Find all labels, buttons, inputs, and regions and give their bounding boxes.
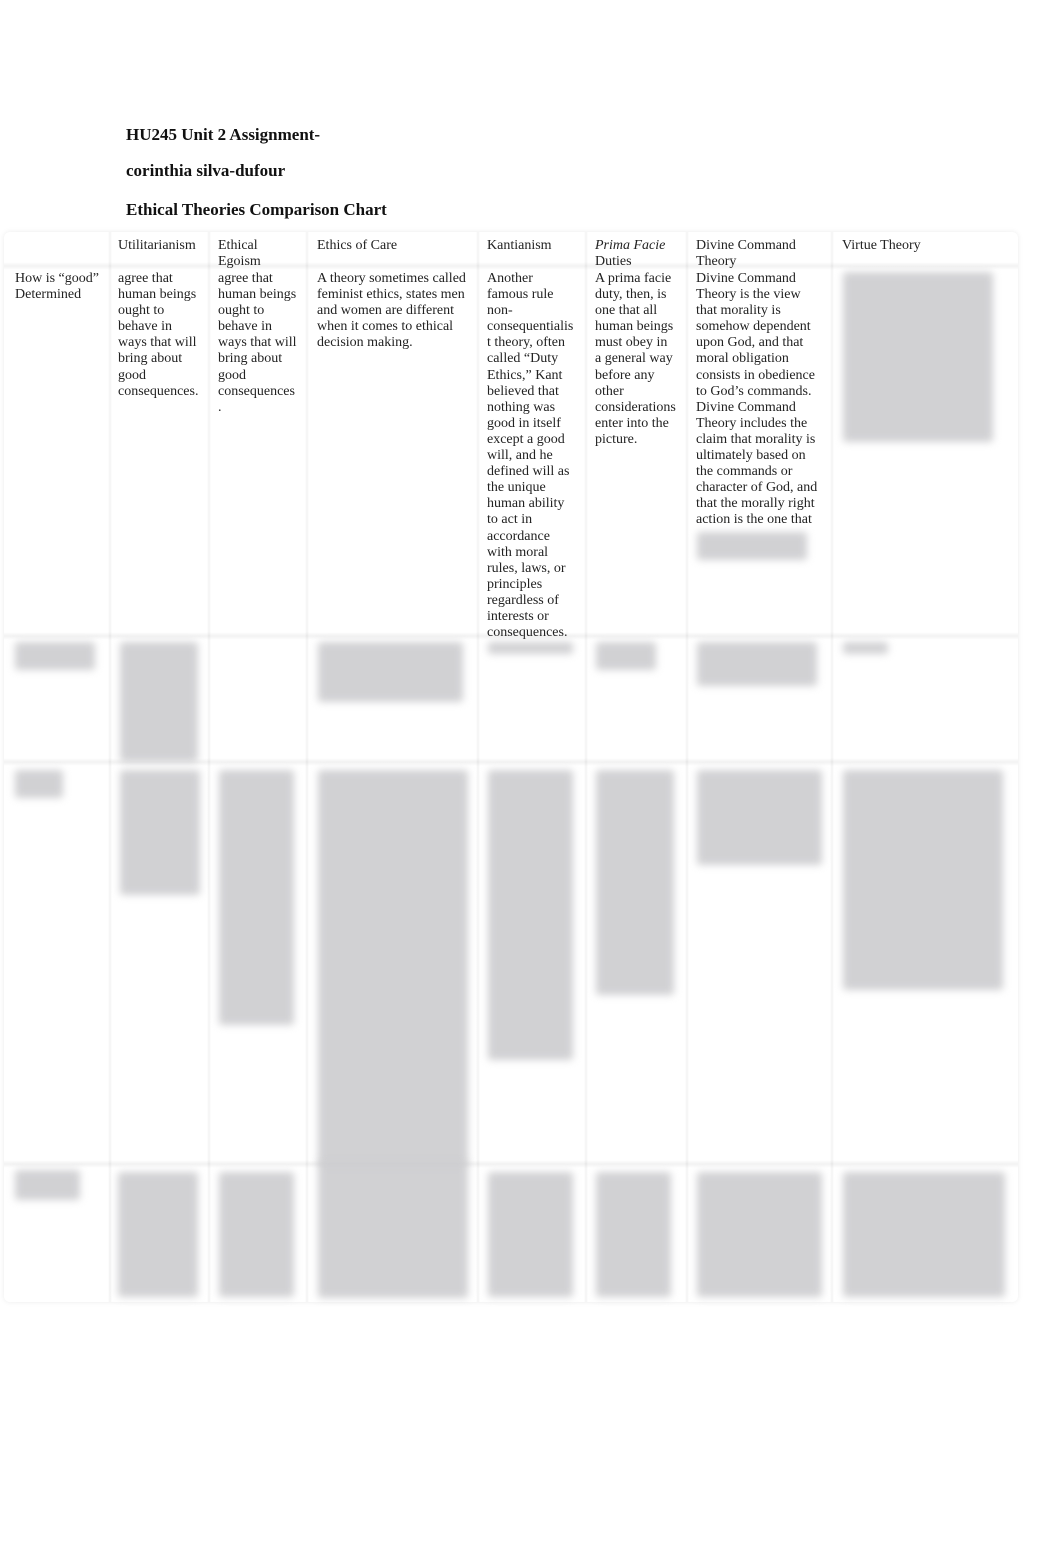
column-header-italic: Prima Facie xyxy=(595,238,666,253)
obscured-text xyxy=(120,642,198,762)
chart-title: Ethical Theories Comparison Chart xyxy=(126,200,387,219)
obscured-text xyxy=(697,532,807,560)
obscured-text xyxy=(318,770,468,1165)
obscured-text xyxy=(219,1172,294,1297)
obscured-text xyxy=(488,1172,573,1297)
obscured-text xyxy=(596,770,674,995)
table-cell: Divine Command Theory is the view that m… xyxy=(696,271,818,528)
column-divider xyxy=(685,232,689,1302)
row-header-good-determined: How is “good” Determined xyxy=(15,271,99,303)
obscured-text xyxy=(118,1172,198,1297)
column-header-virtue-theory: Virtue Theory xyxy=(842,238,921,253)
obscured-text xyxy=(488,770,573,1060)
column-divider xyxy=(584,232,588,1302)
author-name: corinthia silva-dufour xyxy=(126,161,286,180)
obscured-text xyxy=(843,642,888,654)
column-header-suffix: Duties xyxy=(595,254,632,270)
obscured-text xyxy=(843,770,1003,990)
obscured-text xyxy=(697,1172,822,1297)
obscured-text xyxy=(697,770,822,865)
obscured-text xyxy=(15,1170,80,1200)
obscured-text xyxy=(318,1160,468,1298)
row-divider xyxy=(4,262,1018,270)
table-cell: Another famous rule non- consequentialis… xyxy=(487,271,574,641)
obscured-text xyxy=(843,1172,1005,1297)
table-cell: agree that human beings ought to behave … xyxy=(118,271,199,399)
obscured-text xyxy=(219,770,294,1025)
table-cell: A theory sometimes called feminist ethic… xyxy=(317,271,466,351)
column-divider xyxy=(305,232,309,1302)
column-header-utilitarianism: Utilitarianism xyxy=(118,238,196,253)
obscured-text xyxy=(120,770,200,895)
column-divider xyxy=(476,232,480,1302)
obscured-text xyxy=(15,770,63,798)
obscured-text xyxy=(488,642,573,654)
obscured-text xyxy=(697,642,817,686)
column-header-kantianism: Kantianism xyxy=(487,238,552,253)
obscured-text xyxy=(318,642,463,702)
obscured-text xyxy=(843,272,993,442)
table-cell: A prima facie duty, then, is one that al… xyxy=(595,271,676,447)
document-title: HU245 Unit 2 Assignment- xyxy=(126,125,321,144)
obscured-text xyxy=(596,1172,671,1297)
column-header-ethics-of-care: Ethics of Care xyxy=(317,238,398,253)
column-header-divine-command-theory: Divine Command Theory xyxy=(696,238,796,270)
column-header-prima-facie-duties: Prima Facie Duties xyxy=(595,238,665,270)
table-cell: agree that human beings ought to behave … xyxy=(218,271,297,415)
column-divider xyxy=(207,232,211,1302)
row-divider xyxy=(4,1160,1018,1168)
obscured-text xyxy=(15,642,95,670)
obscured-text xyxy=(596,642,656,670)
column-header-ethical-egoism: Ethical Egoism xyxy=(218,238,261,270)
column-divider xyxy=(830,232,834,1302)
column-divider xyxy=(108,232,112,1302)
